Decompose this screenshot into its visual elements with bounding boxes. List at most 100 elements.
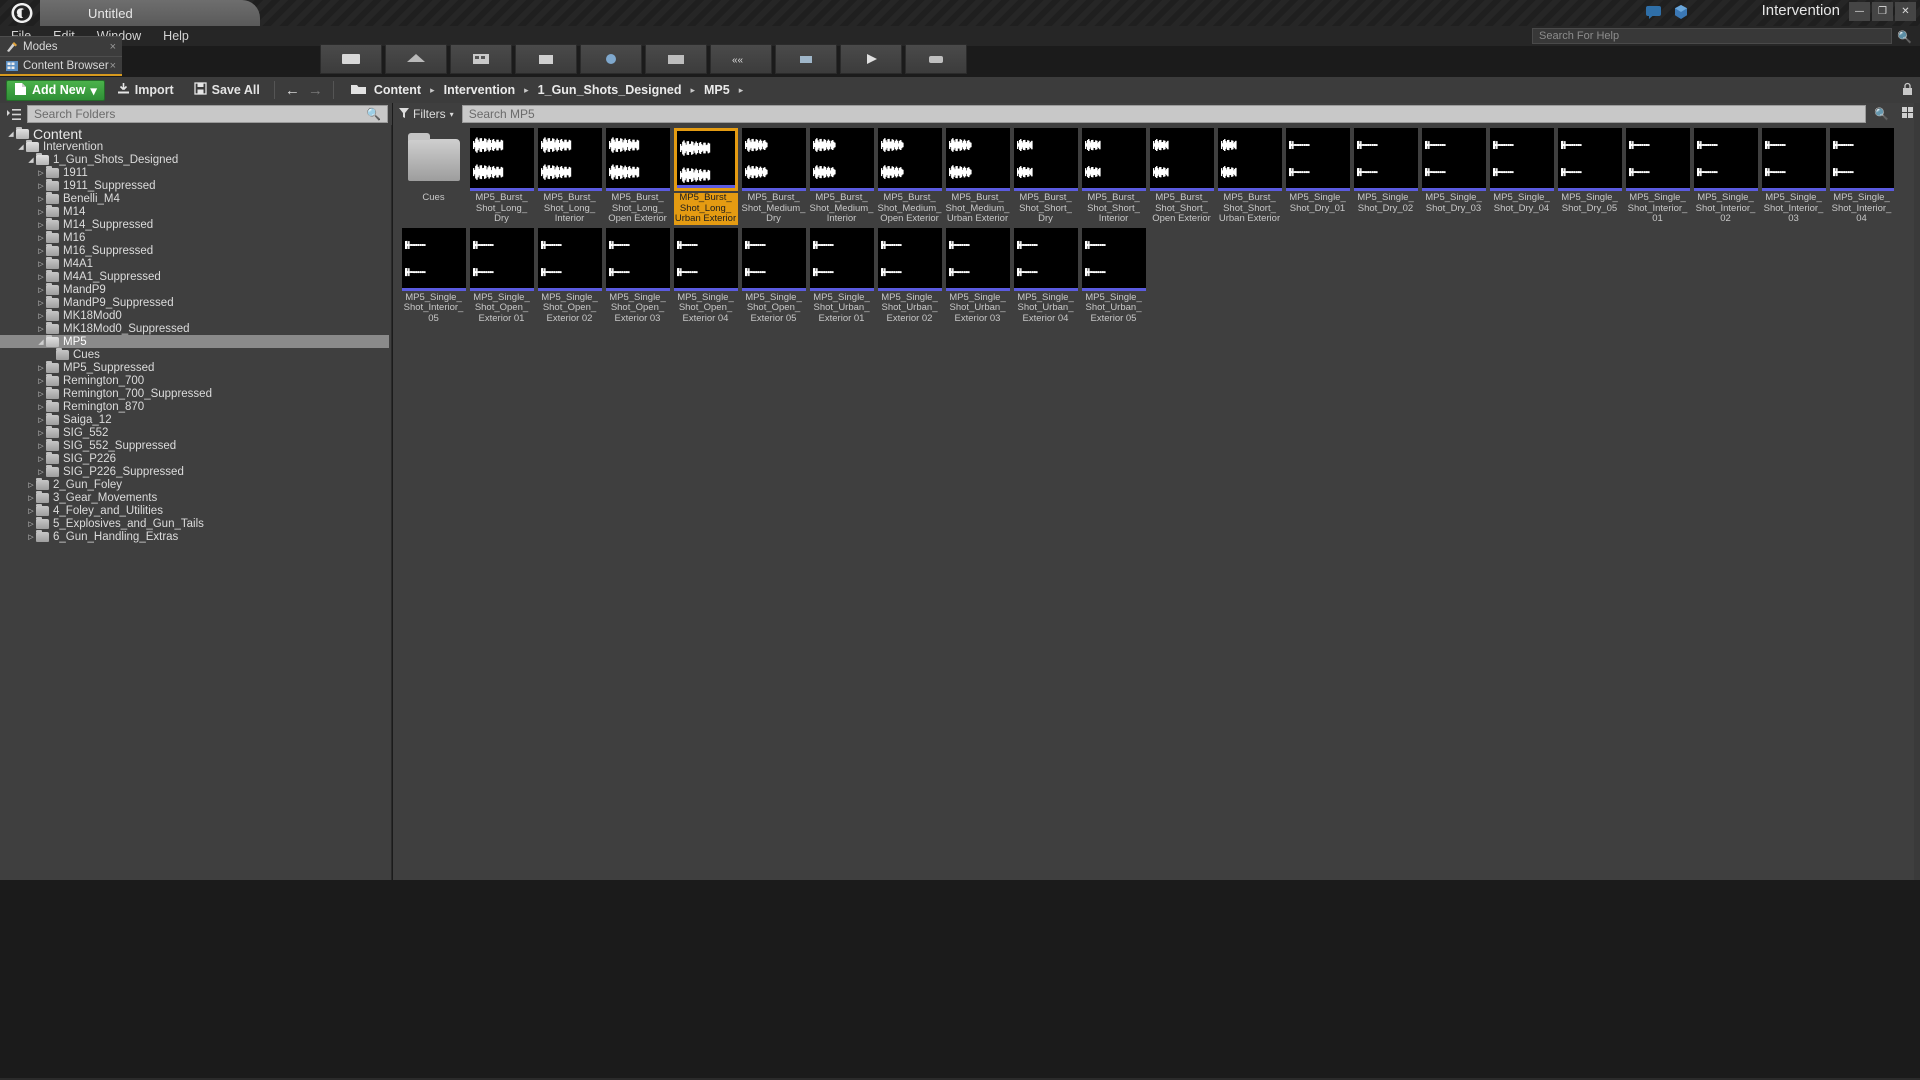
toolbar-icon-build[interactable]: [775, 44, 837, 74]
document-tab[interactable]: Untitled: [40, 0, 260, 26]
asset-thumbnail[interactable]: [402, 128, 466, 191]
tree-item-1-gun-shots-designed[interactable]: ◢ 1_Gun_Shots_Designed: [0, 152, 392, 166]
breadcrumb-gun-shots[interactable]: 1_Gun_Shots_Designed: [535, 83, 685, 97]
asset-thumbnail[interactable]: [673, 227, 738, 291]
toolbar-icon-cinematics[interactable]: ««: [710, 44, 772, 74]
asset-thumbnail[interactable]: [1693, 128, 1758, 191]
asset-thumbnail[interactable]: [1013, 128, 1078, 191]
tree-item-mk18mod0-suppressed[interactable]: ▷ MK18Mod0_Suppressed: [0, 321, 392, 335]
asset-tile[interactable]: MP5_​Burst_​Shot_​Long_​Urban Exterior: [673, 128, 738, 225]
chevron-right-icon[interactable]: ▷: [36, 390, 46, 398]
asset-thumbnail[interactable]: [537, 227, 602, 291]
chevron-down-icon[interactable]: ◢: [26, 156, 36, 164]
toolbar-icon-blueprints[interactable]: [645, 44, 707, 74]
asset-tile[interactable]: MP5_​Single_​Shot_​Urban_​Exterior 01: [809, 227, 874, 325]
toolbar-icon-save[interactable]: [320, 44, 382, 74]
asset-tile[interactable]: MP5_​Single_​Shot_​Urban_​Exterior 03: [945, 227, 1010, 325]
asset-thumbnail[interactable]: [945, 128, 1010, 191]
tree-item-sig-552[interactable]: ▷ SIG_552: [0, 425, 392, 439]
tree-item-m14[interactable]: ▷ M14: [0, 204, 392, 218]
chevron-right-icon[interactable]: ▷: [26, 494, 36, 502]
tree-item-saiga-12[interactable]: ▷ Saiga_12: [0, 412, 392, 426]
asset-folder-tile[interactable]: Cues: [401, 128, 466, 225]
toolbar-icon-source-control[interactable]: [385, 44, 447, 74]
chevron-right-icon[interactable]: ▷: [26, 481, 36, 489]
tree-item-remington-870[interactable]: ▷ Remington_870: [0, 399, 392, 413]
toolbar-icon-launch[interactable]: [905, 44, 967, 74]
asset-thumbnail[interactable]: [673, 128, 738, 191]
asset-tile[interactable]: MP5_​Single_​Shot_​Dry_​01: [1285, 128, 1350, 225]
asset-tile[interactable]: MP5_​Burst_​Shot_​Medium_​Urban Exterior: [945, 128, 1010, 225]
asset-thumbnail[interactable]: [741, 227, 806, 291]
close-icon[interactable]: ×: [110, 41, 116, 53]
tree-item-6-gun-handling-extras[interactable]: ▷ 6_Gun_Handling_Extras: [0, 529, 392, 543]
asset-thumbnail[interactable]: [1421, 128, 1486, 191]
chevron-right-icon[interactable]: ▷: [36, 377, 46, 385]
search-icon[interactable]: 🔍: [1897, 30, 1912, 44]
asset-thumbnail[interactable]: [1013, 227, 1078, 291]
chevron-right-icon[interactable]: ▷: [36, 208, 46, 216]
asset-thumbnail[interactable]: [1081, 128, 1146, 191]
asset-tile[interactable]: MP5_​Burst_​Shot_​Long_​Open Exterior: [605, 128, 670, 225]
folder-search-input[interactable]: Search Folders 🔍: [27, 105, 388, 123]
asset-tile[interactable]: MP5_​Single_​Shot_​Open_​Exterior 02: [537, 227, 602, 325]
asset-tile[interactable]: MP5_​Burst_​Shot_​Long_​Dry: [469, 128, 534, 225]
toolbar-icon-settings[interactable]: [580, 44, 642, 74]
chevron-right-icon[interactable]: ▷: [36, 416, 46, 424]
breadcrumb-mp5[interactable]: MP5: [701, 83, 733, 97]
asset-thumbnail[interactable]: [1489, 128, 1554, 191]
asset-thumbnail[interactable]: [1625, 128, 1690, 191]
asset-thumbnail[interactable]: [537, 128, 602, 191]
close-button[interactable]: ✕: [1895, 2, 1916, 21]
chevron-right-icon[interactable]: ▷: [36, 455, 46, 463]
asset-tile[interactable]: MP5_​Single_​Shot_​Open_​Exterior 05: [741, 227, 806, 325]
chevron-down-icon[interactable]: ◢: [36, 338, 46, 346]
asset-thumbnail[interactable]: [877, 227, 942, 291]
cube-icon[interactable]: [1672, 4, 1690, 20]
asset-tile[interactable]: MP5_​Single_​Shot_​Dry_​03: [1421, 128, 1486, 225]
import-button[interactable]: Import: [109, 80, 182, 101]
tree-item-1911-suppressed[interactable]: ▷ 1911_Suppressed: [0, 178, 392, 192]
asset-tile[interactable]: MP5_​Single_​Shot_​Dry_​02: [1353, 128, 1418, 225]
asset-tile[interactable]: MP5_​Single_​Shot_​Interior_​04: [1829, 128, 1894, 225]
asset-thumbnail[interactable]: [877, 128, 942, 191]
chevron-right-icon[interactable]: ▷: [36, 234, 46, 242]
chevron-right-icon[interactable]: ▷: [36, 429, 46, 437]
chevron-down-icon[interactable]: ◢: [16, 143, 26, 151]
tree-item-sig-p226[interactable]: ▷ SIG_P226: [0, 451, 392, 465]
chevron-right-icon[interactable]: ▷: [26, 533, 36, 541]
asset-tile[interactable]: MP5_​Single_​Shot_​Interior_​05: [401, 227, 466, 325]
tree-item-intervention[interactable]: ◢ Intervention: [0, 139, 392, 153]
feedback-icon[interactable]: [1644, 4, 1662, 20]
tree-item-mp5-suppressed[interactable]: ▷ MP5_Suppressed: [0, 360, 392, 374]
asset-tile[interactable]: MP5_​Single_​Shot_​Dry_​05: [1557, 128, 1622, 225]
asset-thumbnail[interactable]: [945, 227, 1010, 291]
tree-item-5-explosives-and-gun-tails[interactable]: ▷ 5_Explosives_and_Gun_Tails: [0, 516, 392, 530]
tree-item-benelli-m4[interactable]: ▷ Benelli_M4: [0, 191, 392, 205]
tree-expand-icon[interactable]: [4, 105, 24, 123]
chevron-right-icon[interactable]: ▷: [36, 299, 46, 307]
tree-item-m4a1-suppressed[interactable]: ▷ M4A1_Suppressed: [0, 269, 392, 283]
asset-tile[interactable]: MP5_​Single_​Shot_​Open_​Exterior 04: [673, 227, 738, 325]
chevron-right-icon[interactable]: ▷: [36, 286, 46, 294]
asset-thumbnail[interactable]: [605, 128, 670, 191]
vertical-scrollbar[interactable]: [1914, 103, 1920, 880]
tree-item-m14-suppressed[interactable]: ▷ M14_Suppressed: [0, 217, 392, 231]
chevron-right-icon[interactable]: ▷: [36, 403, 46, 411]
add-new-button[interactable]: Add New ▾: [6, 79, 105, 101]
asset-tile[interactable]: MP5_​Burst_​Shot_​Medium_​Dry: [741, 128, 806, 225]
asset-thumbnail[interactable]: [1557, 128, 1622, 191]
asset-thumbnail[interactable]: [1149, 128, 1214, 191]
asset-tile[interactable]: MP5_​Burst_​Shot_​Short_​Interior: [1081, 128, 1146, 225]
tab-modes[interactable]: Modes ×: [0, 36, 122, 56]
chevron-right-icon[interactable]: ▷: [36, 221, 46, 229]
asset-tile[interactable]: MP5_​Burst_​Shot_​Short_​Dry: [1013, 128, 1078, 225]
tree-item-mk18mod0[interactable]: ▷ MK18Mod0: [0, 308, 392, 322]
chevron-right-icon[interactable]: ▷: [26, 520, 36, 528]
asset-thumbnail[interactable]: [1353, 128, 1418, 191]
save-all-button[interactable]: Save All: [186, 80, 268, 101]
chevron-down-icon[interactable]: ◢: [6, 130, 16, 138]
chevron-right-icon[interactable]: ▷: [36, 182, 46, 190]
tree-item-1911[interactable]: ▷ 1911: [0, 165, 392, 179]
asset-tile[interactable]: MP5_​Burst_​Shot_​Medium_​Interior: [809, 128, 874, 225]
